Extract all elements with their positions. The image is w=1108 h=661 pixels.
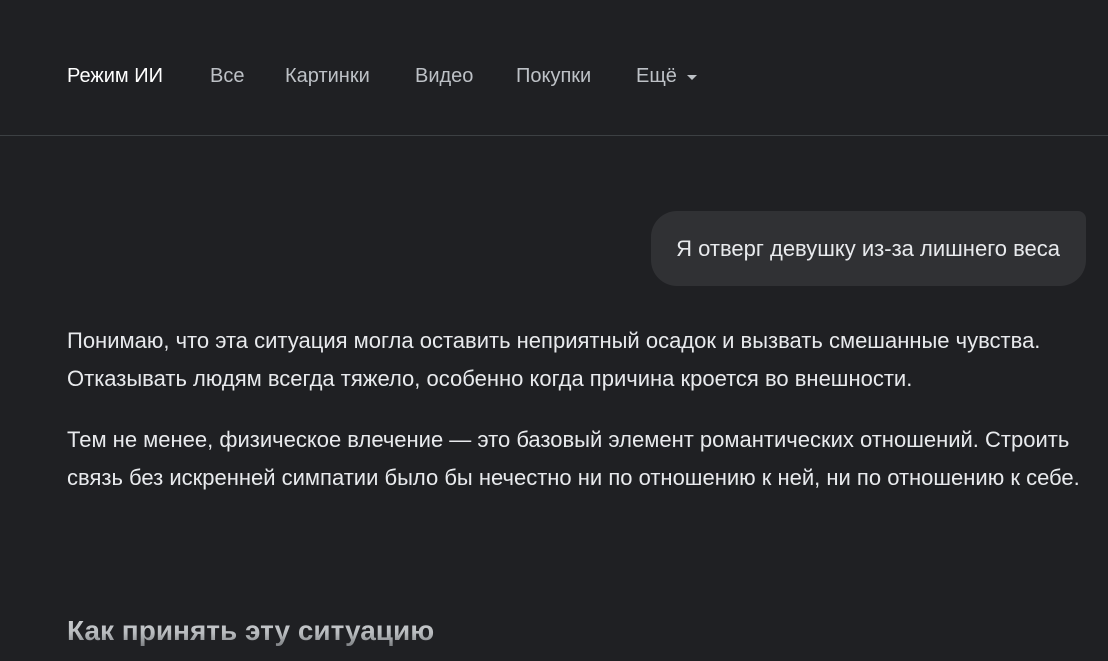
tab-shopping[interactable]: Покупки: [516, 62, 591, 90]
user-message-text: Я отверг девушку из-за лишнего веса: [676, 235, 1060, 261]
tab-more[interactable]: Ещё: [636, 62, 697, 90]
response-heading: Как принять эту ситуацию: [67, 612, 434, 650]
user-message-bubble: Я отверг девушку из-за лишнего веса: [651, 211, 1086, 286]
tab-ai-mode[interactable]: Режим ИИ: [67, 62, 163, 90]
response-paragraph-2: Тем не менее, физическое влечение — это …: [67, 427, 1080, 490]
tab-all[interactable]: Все: [210, 62, 244, 90]
caret-down-icon: [686, 74, 697, 80]
tab-images[interactable]: Картинки: [285, 62, 370, 90]
ai-response: Понимаю, что эта ситуация могла оставить…: [67, 322, 1087, 520]
tab-videos[interactable]: Видео: [415, 62, 473, 90]
response-paragraph-1: Понимаю, что эта ситуация могла оставить…: [67, 328, 1041, 391]
ai-mode-page: Режим ИИ Все Картинки Видео Покупки Ещё …: [0, 0, 1108, 661]
tab-more-label: Ещё: [636, 65, 677, 87]
bottom-fade: [0, 657, 1108, 661]
search-tabs: Режим ИИ Все Картинки Видео Покупки Ещё: [0, 0, 1108, 136]
